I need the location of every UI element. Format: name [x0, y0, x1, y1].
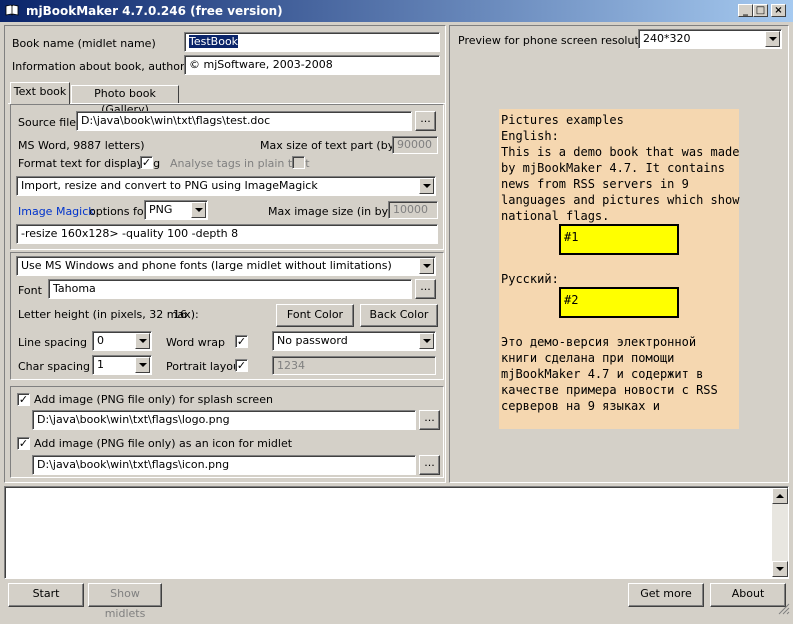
- log-textarea[interactable]: [4, 486, 789, 579]
- image-convert-select[interactable]: Import, resize and convert to PNG using …: [16, 176, 436, 196]
- max-image-size-input[interactable]: 10000: [388, 201, 438, 219]
- icon-browse-button[interactable]: ...: [419, 455, 440, 475]
- word-wrap-label: Word wrap: [166, 336, 226, 349]
- max-text-size-input[interactable]: 90000: [392, 136, 438, 154]
- chevron-down-icon[interactable]: [419, 258, 434, 274]
- start-button[interactable]: Start: [8, 583, 84, 607]
- char-spacing-value: 1: [97, 358, 104, 371]
- about-button[interactable]: About: [710, 583, 786, 607]
- log-scrollbar[interactable]: [772, 488, 788, 577]
- preview-line: English:: [501, 129, 559, 143]
- source-browse-button[interactable]: ...: [415, 111, 436, 131]
- chevron-up-icon: [776, 494, 784, 498]
- chevron-down-icon[interactable]: [765, 31, 780, 47]
- line-spacing-select[interactable]: 0: [92, 331, 152, 351]
- format-text-checkbox[interactable]: ✓: [140, 156, 153, 169]
- char-spacing-select[interactable]: 1: [92, 355, 152, 375]
- line-spacing-value: 0: [97, 334, 104, 347]
- chevron-down-icon[interactable]: [419, 333, 434, 349]
- chevron-down-icon: [776, 567, 784, 571]
- font-browse-button[interactable]: ...: [415, 279, 436, 299]
- phone-preview[interactable]: Pictures examples English: This is a dem…: [499, 109, 739, 429]
- tab-photo-book[interactable]: Photo book (Gallery): [71, 85, 179, 116]
- window-title: mjBookMaker 4.7.0.246 (free version): [26, 4, 283, 18]
- scroll-up-button[interactable]: [772, 488, 788, 504]
- book-name-value: TestBook: [189, 35, 239, 48]
- tab-text-book[interactable]: Text book: [10, 82, 70, 104]
- back-color-button[interactable]: Back Color: [360, 304, 438, 327]
- splash-image-path-input[interactable]: D:\java\book\win\txt\flags\logo.png: [32, 410, 416, 430]
- password-select[interactable]: No password: [272, 331, 436, 351]
- preview-line: mjBookMaker 4.7 и содержит в: [501, 367, 704, 381]
- portrait-layout-checkbox[interactable]: ✓: [235, 359, 248, 372]
- preview-image-placeholder: #2: [559, 287, 679, 318]
- imagemagick-args-input[interactable]: -resize 160x128> -quality 100 -depth 8: [16, 224, 438, 244]
- image-convert-value: Import, resize and convert to PNG using …: [21, 179, 318, 192]
- scroll-down-button[interactable]: [772, 561, 788, 577]
- book-name-input[interactable]: TestBook: [184, 32, 440, 52]
- preview-line: книги сделана при помощи: [501, 351, 675, 365]
- preview-resolution-label: Preview for phone screen resolution:: [458, 34, 660, 47]
- format-text-label: Format text for displaying: [18, 157, 161, 170]
- maximize-button[interactable]: □: [753, 4, 768, 17]
- minimize-button[interactable]: _: [738, 4, 753, 17]
- source-file-input[interactable]: D:\java\book\win\txt\flags\test.doc: [76, 111, 412, 131]
- msword-info: MS Word, 9887 letters): [18, 139, 145, 152]
- fonts-mode-select[interactable]: Use MS Windows and phone fonts (large mi…: [16, 256, 436, 276]
- preview-line: national flags.: [501, 209, 610, 223]
- get-more-button[interactable]: Get more: [628, 583, 704, 607]
- preview-line: languages and pictures which show: [501, 193, 740, 207]
- preview-line: качестве примера новости с RSS: [501, 383, 718, 397]
- resolution-value: 240*320: [643, 32, 691, 45]
- icon-image-path-input[interactable]: D:\java\book\win\txt\flags\icon.png: [32, 455, 416, 475]
- font-color-button[interactable]: Font Color: [276, 304, 354, 327]
- preview-line: by mjBookMaker 4.7. It contains: [501, 161, 725, 175]
- preview-line: Pictures examples: [501, 113, 624, 127]
- book-info-label: Information about book, author etc.: [12, 60, 209, 73]
- letter-height-label: Letter height (in pixels, 32 max):: [18, 308, 199, 321]
- book-name-label: Book name (midlet name): [12, 37, 156, 50]
- imagemagick-link[interactable]: Image Magick: [18, 205, 95, 218]
- image-format-value: PNG: [149, 203, 173, 216]
- show-midlets-button[interactable]: Show midlets: [88, 583, 162, 620]
- splash-image-label: Add image (PNG file only) for splash scr…: [34, 393, 273, 406]
- icon-image-label: Add image (PNG file only) as an icon for…: [34, 437, 293, 450]
- preview-line: Это демо-версия электронной: [501, 335, 697, 349]
- word-wrap-checkbox[interactable]: ✓: [235, 335, 248, 348]
- chevron-down-icon[interactable]: [135, 357, 150, 373]
- options-for-label: options for: [89, 205, 149, 218]
- font-label: Font: [18, 284, 42, 297]
- image-format-select[interactable]: PNG: [144, 200, 208, 220]
- book-app-icon: [5, 4, 19, 16]
- preview-image-placeholder: #1: [559, 224, 679, 255]
- char-spacing-label: Char spacing: [18, 360, 90, 373]
- password-input[interactable]: 1234: [272, 356, 436, 375]
- fonts-mode-value: Use MS Windows and phone fonts (large mi…: [21, 259, 392, 272]
- analyse-tags-label: Analyse tags in plain text: [170, 157, 310, 170]
- preview-line: Русский:: [501, 272, 559, 286]
- password-mode-value: No password: [277, 334, 348, 347]
- chevron-down-icon[interactable]: [191, 202, 206, 218]
- title-bar: mjBookMaker 4.7.0.246 (free version) _ □…: [0, 0, 793, 22]
- line-spacing-label: Line spacing: [18, 336, 87, 349]
- chevron-down-icon[interactable]: [419, 178, 434, 194]
- font-input[interactable]: Tahoma: [48, 279, 412, 299]
- preview-line: серверов на 9 языках и: [501, 399, 660, 413]
- splash-browse-button[interactable]: ...: [419, 410, 440, 430]
- close-button[interactable]: ×: [771, 4, 786, 17]
- preview-line: news from RSS servers in 9: [501, 177, 689, 191]
- icon-image-checkbox[interactable]: ✓: [17, 437, 30, 450]
- resize-grip-icon[interactable]: [778, 603, 790, 615]
- source-file-label: Source file: [18, 116, 77, 129]
- preview-line: This is a demo book that was made: [501, 145, 740, 159]
- portrait-layout-label: Portrait layout: [166, 360, 245, 373]
- analyse-tags-checkbox[interactable]: [292, 156, 305, 169]
- letter-height-value: 16: [173, 308, 187, 321]
- chevron-down-icon[interactable]: [135, 333, 150, 349]
- splash-image-checkbox[interactable]: ✓: [17, 393, 30, 406]
- book-info-input[interactable]: © mjSoftware, 2003-2008: [184, 55, 440, 75]
- resolution-select[interactable]: 240*320: [638, 29, 782, 49]
